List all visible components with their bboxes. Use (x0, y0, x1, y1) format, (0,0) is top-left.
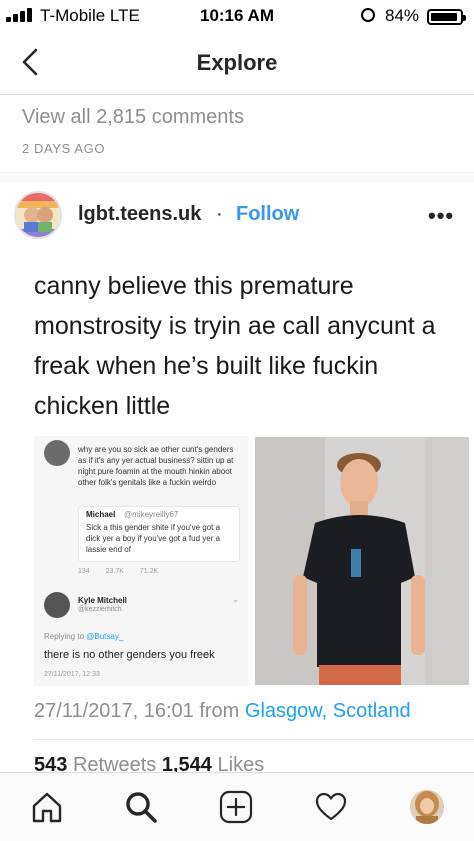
reply-handle: @kezziemitch (78, 606, 122, 613)
heart-icon (315, 792, 347, 821)
tweet-divider (34, 739, 474, 740)
battery-percent: 84% (385, 6, 420, 25)
search-icon (126, 792, 157, 823)
reply-name: Kyle Mitchell (78, 596, 127, 605)
replying-to: Replying to @Butsay_ (44, 632, 124, 641)
status-bar: T-Mobile LTE 10:16 AM 84% (0, 0, 474, 36)
section-divider (0, 172, 474, 183)
home-icon (32, 792, 62, 823)
account-username[interactable]: lgbt.teens.uk (78, 203, 201, 226)
reply-count: 134 (78, 568, 90, 575)
inner-quote-text: Sick a this gender shite if you've got a… (86, 523, 221, 554)
quoted-stats: 134 23.7K 71.2K (78, 568, 172, 575)
profile-avatar (410, 790, 444, 824)
activity-tab[interactable] (314, 790, 348, 824)
header-divider (0, 94, 474, 95)
tweet-meta: 27/11/2017, 16:01 from Glasgow, Scotland (34, 700, 411, 723)
person-photo (255, 437, 469, 685)
tweet-text: canny believe this premature monstrosity… (34, 272, 436, 420)
chevron-down-icon: ⌄ (232, 594, 240, 604)
inner-quote-handle: @mikeyreilly67 (124, 510, 179, 519)
tweet-date: 27/11/2017, 16:01 from (34, 700, 240, 722)
retweet-count: 23.7K (105, 568, 124, 575)
post-timestamp: 2 DAYS AGO (22, 141, 106, 156)
page-title: Explore (196, 50, 278, 75)
person-photo-image (255, 437, 469, 685)
quoted-avatar (44, 440, 70, 466)
reply-text: there is no other genders you freek (44, 649, 215, 661)
rotation-lock-icon (361, 8, 375, 22)
avatar-image-icon (16, 193, 60, 237)
profile-tab[interactable] (410, 790, 444, 824)
follow-button[interactable]: Follow (236, 203, 299, 226)
add-post-icon (219, 790, 253, 824)
like-count: 71.2K (139, 568, 159, 575)
inner-quote-name: Michael (86, 510, 116, 519)
search-tab[interactable] (124, 790, 158, 824)
account-avatar[interactable] (14, 191, 62, 239)
more-options-icon[interactable]: ••• (428, 203, 454, 229)
add-post-tab[interactable] (219, 790, 253, 824)
home-tab[interactable] (30, 790, 64, 824)
tweet-location: Glasgow, Scotland (244, 700, 411, 722)
view-all-comments-link[interactable]: View all 2,815 comments (22, 106, 244, 129)
quoted-tweet-text: why are you so sick ae other cunt's gend… (78, 445, 234, 487)
reply-date: 27/11/2017, 12:33 (44, 671, 100, 678)
separator-dot: · (216, 203, 223, 225)
battery-icon (427, 9, 466, 25)
reply-avatar (44, 592, 70, 618)
